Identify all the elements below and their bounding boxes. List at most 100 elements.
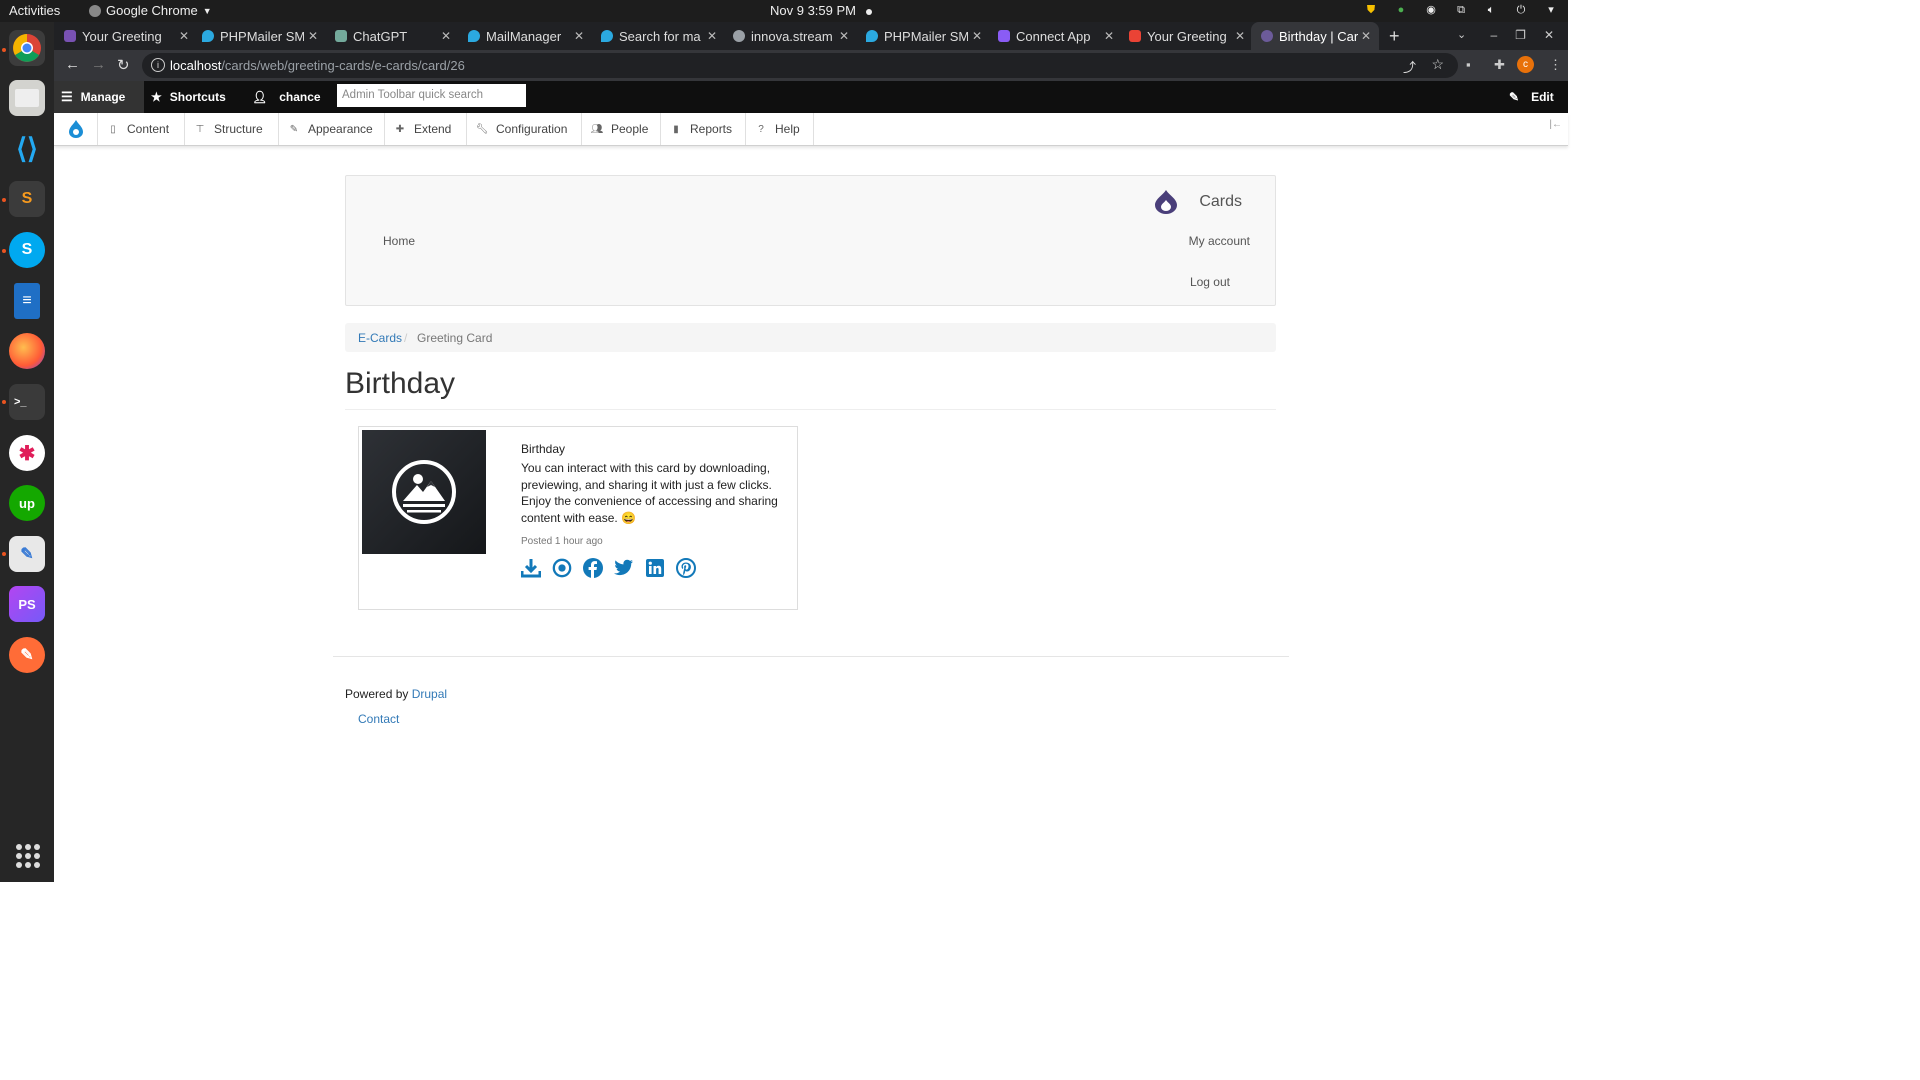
phpstorm-app-icon[interactable]: PS bbox=[9, 586, 45, 622]
skype-app-icon[interactable]: S bbox=[9, 232, 45, 268]
url-path: /cards/web/greeting-cards/e-cards/card/2… bbox=[221, 58, 465, 73]
powered-by-label: Powered by bbox=[345, 687, 409, 701]
upwork-app-icon[interactable]: up bbox=[9, 485, 45, 521]
close-icon[interactable]: ✕ bbox=[1361, 29, 1371, 43]
tab[interactable]: innova.stream ✕ bbox=[733, 22, 849, 50]
nav-logout-link[interactable]: Log out bbox=[1190, 275, 1230, 289]
twitter-icon[interactable] bbox=[614, 558, 634, 578]
caret-down-icon: ▼ bbox=[202, 5, 212, 16]
tab-active[interactable]: Birthday | Car ✕ bbox=[1251, 22, 1379, 50]
extensions-puzzle-icon[interactable]: ✚ bbox=[1494, 57, 1505, 73]
admin-menu-extend[interactable]: ✚ Extend bbox=[385, 113, 467, 145]
linkedin-icon[interactable] bbox=[645, 558, 665, 578]
new-tab-button[interactable]: + bbox=[1389, 26, 1400, 47]
slack-app-icon[interactable]: ✱ bbox=[9, 435, 45, 471]
firefox-app-icon[interactable] bbox=[9, 333, 45, 369]
postman-app-icon[interactable]: ✎ bbox=[9, 637, 45, 673]
drupal-logo-icon[interactable] bbox=[54, 113, 98, 145]
close-icon[interactable]: ✕ bbox=[308, 29, 318, 43]
close-window-icon[interactable]: ✕ bbox=[1544, 28, 1554, 42]
close-icon[interactable]: ✕ bbox=[972, 29, 982, 43]
tab[interactable]: PHPMailer SM ✕ bbox=[866, 22, 982, 50]
chevron-down-icon[interactable]: ▾ bbox=[1544, 3, 1558, 17]
close-icon[interactable]: ✕ bbox=[707, 29, 717, 43]
tab[interactable]: Your Greeting ✕ bbox=[1129, 22, 1245, 50]
chatgpt-favicon-icon bbox=[335, 30, 347, 42]
orientation-toggle-icon[interactable]: |← bbox=[1549, 119, 1562, 130]
site-branding[interactable]: Cards bbox=[1155, 190, 1242, 214]
tab[interactable]: Your Greeting ✕ bbox=[64, 22, 189, 50]
shield-icon[interactable]: ⛊ bbox=[1364, 3, 1378, 17]
close-icon[interactable]: ✕ bbox=[839, 29, 849, 43]
system-tray[interactable]: ⛊ ● ◉ ⧉ 🔈︎ ⏻ ▾ bbox=[1364, 3, 1558, 17]
breadcrumb-link-ecards[interactable]: E-Cards bbox=[358, 331, 402, 345]
reload-icon[interactable]: ↻ bbox=[117, 56, 130, 74]
tab[interactable]: Connect App ✕ bbox=[998, 22, 1114, 50]
minimize-icon[interactable]: – bbox=[1490, 28, 1497, 42]
back-icon[interactable]: ← bbox=[65, 56, 80, 73]
edit-button[interactable]: ✎ Edit bbox=[1509, 81, 1554, 113]
address-bar[interactable]: i localhost/cards/web/greeting-cards/e-c… bbox=[142, 53, 1458, 78]
download-icon[interactable] bbox=[521, 558, 541, 578]
card-image[interactable] bbox=[362, 430, 486, 554]
shortcuts-button[interactable]: ★ Shortcuts bbox=[151, 81, 226, 113]
admin-quick-search-input[interactable]: Admin Toolbar quick search bbox=[337, 84, 526, 107]
restore-icon[interactable]: ❐ bbox=[1515, 28, 1526, 42]
close-icon[interactable]: ✕ bbox=[441, 29, 451, 43]
writer-app-icon[interactable]: ≡ bbox=[14, 283, 40, 319]
tab[interactable]: ChatGPT ✕ bbox=[335, 22, 451, 50]
clock[interactable]: Nov 9 3:59 PM bbox=[770, 3, 872, 18]
files-app-icon[interactable] bbox=[9, 80, 45, 116]
drupal-link[interactable]: Drupal bbox=[412, 687, 447, 701]
nav-home-link[interactable]: Home bbox=[383, 234, 415, 248]
bookmark-star-icon[interactable]: ☆ bbox=[1431, 56, 1444, 73]
vscode-app-icon[interactable]: ⟨⟩ bbox=[9, 130, 45, 166]
share-icon[interactable]: ⤴ bbox=[1403, 57, 1416, 76]
network-icon[interactable]: ⧉ bbox=[1454, 3, 1468, 17]
sublime-app-icon[interactable]: S bbox=[9, 181, 45, 217]
admin-menu-help[interactable]: ? Help bbox=[746, 113, 814, 145]
admin-menu-configuration[interactable]: 🔧︎ Configuration bbox=[467, 113, 582, 145]
url-text[interactable]: localhost/cards/web/greeting-cards/e-car… bbox=[170, 58, 465, 73]
admin-menu-content[interactable]: ▯ Content bbox=[98, 113, 185, 145]
tab[interactable]: MailManager ✕ bbox=[468, 22, 584, 50]
power-icon[interactable]: ⏻ bbox=[1514, 3, 1528, 17]
facebook-icon[interactable] bbox=[583, 558, 603, 578]
more-menu-icon[interactable]: ⋮ bbox=[1549, 57, 1562, 73]
nav-my-account-link[interactable]: My account bbox=[1189, 234, 1250, 248]
extension-icon[interactable]: ▪ bbox=[1466, 57, 1471, 72]
close-icon[interactable]: ✕ bbox=[1235, 29, 1245, 43]
preview-icon[interactable] bbox=[552, 558, 572, 578]
site-info-icon[interactable]: i bbox=[151, 58, 165, 72]
chrome-tray-icon[interactable]: ◉ bbox=[1424, 3, 1438, 17]
admin-menu-structure[interactable]: ⊤ Structure bbox=[185, 113, 279, 145]
terminal-app-icon[interactable]: >_ bbox=[9, 384, 45, 420]
volume-icon[interactable]: 🔈︎ bbox=[1484, 3, 1498, 17]
profile-avatar[interactable]: c bbox=[1517, 56, 1534, 73]
app-menu-label: Google Chrome bbox=[106, 3, 198, 18]
tab[interactable]: Search for ma ✕ bbox=[601, 22, 717, 50]
contact-link[interactable]: Contact bbox=[358, 712, 399, 726]
close-icon[interactable]: ✕ bbox=[1104, 29, 1114, 43]
chrome-app-icon[interactable] bbox=[9, 30, 45, 66]
close-icon[interactable]: ✕ bbox=[574, 29, 584, 43]
app-menu[interactable]: Google Chrome ▼ bbox=[89, 3, 212, 18]
user-button[interactable]: 👤︎ chance bbox=[252, 81, 321, 113]
site-name[interactable]: Cards bbox=[1199, 193, 1242, 211]
forward-icon[interactable]: → bbox=[91, 56, 106, 73]
show-applications-icon[interactable] bbox=[16, 844, 40, 868]
bar-chart-icon: ▮ bbox=[673, 123, 679, 135]
admin-menu-people[interactable]: 👥︎ People bbox=[582, 113, 661, 145]
hamburger-icon: ☰ bbox=[61, 89, 73, 104]
close-icon[interactable]: ✕ bbox=[179, 29, 189, 43]
tab-search-icon[interactable]: ⌄ bbox=[1457, 28, 1466, 41]
admin-menu-reports[interactable]: ▮ Reports bbox=[661, 113, 746, 145]
vpn-icon[interactable]: ● bbox=[1394, 3, 1408, 17]
tab[interactable]: PHPMailer SM ✕ bbox=[202, 22, 318, 50]
pinterest-icon[interactable] bbox=[676, 558, 696, 578]
manage-tray-button[interactable]: ☰ Manage bbox=[54, 81, 144, 113]
activities-button[interactable]: Activities bbox=[9, 3, 60, 18]
site-header: Cards Home My account Log out bbox=[345, 175, 1276, 306]
text-editor-app-icon[interactable]: ✎ bbox=[9, 536, 45, 572]
admin-menu-appearance[interactable]: ✎ Appearance bbox=[279, 113, 385, 145]
